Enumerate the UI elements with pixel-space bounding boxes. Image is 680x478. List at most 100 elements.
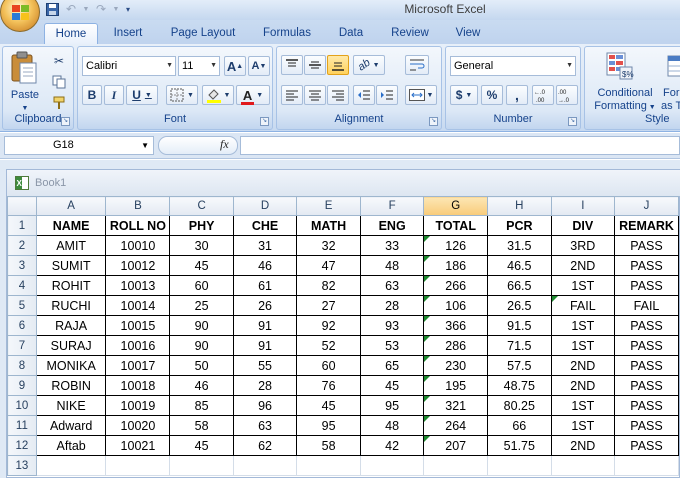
cell[interactable]: 2ND: [550, 435, 616, 456]
cell[interactable]: RAJA: [35, 315, 107, 336]
orientation-icon[interactable]: ab ▼: [353, 55, 385, 75]
cell[interactable]: 1ST: [550, 415, 616, 436]
cell[interactable]: Aftab: [35, 435, 107, 456]
cell[interactable]: 52: [296, 335, 361, 356]
column-title-cell[interactable]: ENG: [359, 215, 425, 236]
font-size-select[interactable]: 11 ▼: [178, 56, 220, 76]
wrap-text-icon[interactable]: [405, 55, 429, 75]
tab-data[interactable]: Data: [328, 23, 374, 44]
cell[interactable]: 95: [296, 415, 361, 436]
font-launcher-icon[interactable]: ↘: [260, 117, 269, 126]
column-title-cell[interactable]: TOTAL: [423, 215, 489, 236]
align-left-icon[interactable]: [281, 85, 303, 105]
align-center-icon[interactable]: [304, 85, 326, 105]
cell[interactable]: 92: [296, 315, 361, 336]
cell[interactable]: FAIL: [550, 295, 616, 316]
cell[interactable]: 264: [423, 415, 489, 436]
column-title-cell[interactable]: PCR: [487, 215, 552, 236]
row-header[interactable]: 6: [7, 315, 37, 336]
cell[interactable]: 2ND: [550, 375, 616, 396]
tab-review[interactable]: Review: [380, 23, 440, 44]
cell[interactable]: 266: [423, 275, 489, 296]
cell[interactable]: 80.25: [487, 395, 552, 416]
cell[interactable]: 51.75: [487, 435, 552, 456]
row-header[interactable]: 13: [7, 455, 37, 476]
select-all-corner[interactable]: [7, 196, 37, 216]
cell[interactable]: 1ST: [550, 395, 616, 416]
cell[interactable]: 10019: [105, 395, 171, 416]
cell[interactable]: [105, 455, 171, 476]
column-header-b[interactable]: B: [105, 196, 171, 216]
format-as-table-icon[interactable]: [667, 55, 680, 79]
row-header[interactable]: 10: [7, 395, 37, 416]
conditional-formatting-label-1[interactable]: Conditional: [587, 87, 663, 100]
cell[interactable]: 91.5: [487, 315, 552, 336]
row-header[interactable]: 5: [7, 295, 37, 316]
cell[interactable]: [614, 455, 679, 476]
format-as-table-label-2[interactable]: as Ta: [661, 100, 680, 113]
cell[interactable]: 27: [296, 295, 361, 316]
cell[interactable]: 61: [232, 275, 298, 296]
font-color-icon[interactable]: A ▼: [236, 85, 270, 105]
cell[interactable]: 3RD: [550, 235, 616, 256]
tab-page-layout[interactable]: Page Layout: [160, 23, 246, 44]
cell[interactable]: 10015: [105, 315, 171, 336]
column-header-c[interactable]: C: [169, 196, 234, 216]
format-painter-icon[interactable]: [49, 93, 69, 113]
cell[interactable]: SURAJ: [35, 335, 107, 356]
cell[interactable]: [487, 455, 552, 476]
cell[interactable]: 31: [232, 235, 298, 256]
cell[interactable]: 10013: [105, 275, 171, 296]
name-box[interactable]: G18 ▼: [4, 136, 154, 155]
column-header-f[interactable]: F: [359, 196, 425, 216]
cell[interactable]: PASS: [614, 335, 679, 356]
cell[interactable]: 1ST: [550, 335, 616, 356]
cell[interactable]: PASS: [614, 415, 679, 436]
cell[interactable]: 10021: [105, 435, 171, 456]
cell[interactable]: 33: [359, 235, 425, 256]
cell[interactable]: 58: [169, 415, 234, 436]
cell[interactable]: 10012: [105, 255, 171, 276]
cell[interactable]: 1ST: [550, 275, 616, 296]
cell[interactable]: PASS: [614, 275, 679, 296]
cell[interactable]: 93: [359, 315, 425, 336]
paste-button[interactable]: Paste: [5, 89, 45, 102]
cell[interactable]: 207: [423, 435, 489, 456]
column-header-e[interactable]: E: [296, 196, 361, 216]
cell[interactable]: 126: [423, 235, 489, 256]
cell[interactable]: 50: [169, 355, 234, 376]
cell[interactable]: 32: [296, 235, 361, 256]
align-bottom-icon[interactable]: [327, 55, 349, 75]
formula-input[interactable]: [240, 136, 680, 155]
cell[interactable]: 91: [232, 315, 298, 336]
decrease-decimal-icon[interactable]: .00 →.0: [556, 85, 578, 105]
cell[interactable]: 66: [487, 415, 552, 436]
fill-color-icon[interactable]: ▼: [202, 85, 234, 105]
cell[interactable]: 76: [296, 375, 361, 396]
row-header[interactable]: 4: [7, 275, 37, 296]
cell[interactable]: 60: [296, 355, 361, 376]
cell[interactable]: PASS: [614, 315, 679, 336]
cell[interactable]: 63: [359, 275, 425, 296]
cell[interactable]: 45: [169, 435, 234, 456]
row-header[interactable]: 12: [7, 435, 37, 456]
cell[interactable]: 58: [296, 435, 361, 456]
borders-icon[interactable]: ▼: [166, 85, 198, 105]
cell[interactable]: RUCHI: [35, 295, 107, 316]
font-name-select[interactable]: Calibri ▼: [82, 56, 176, 76]
italic-icon[interactable]: I: [104, 85, 124, 105]
cell[interactable]: 25: [169, 295, 234, 316]
alignment-launcher-icon[interactable]: ↘: [429, 117, 438, 126]
cell[interactable]: 195: [423, 375, 489, 396]
column-header-a[interactable]: A: [35, 196, 107, 216]
align-middle-icon[interactable]: [304, 55, 326, 75]
cell[interactable]: PASS: [614, 255, 679, 276]
column-title-cell[interactable]: CHE: [232, 215, 298, 236]
cell[interactable]: 10017: [105, 355, 171, 376]
column-title-cell[interactable]: NAME: [35, 215, 107, 236]
cell[interactable]: 46: [232, 255, 298, 276]
increase-indent-icon[interactable]: [376, 85, 398, 105]
cell[interactable]: 91: [232, 335, 298, 356]
cell[interactable]: AMIT: [35, 235, 107, 256]
underline-icon[interactable]: U ▼: [126, 85, 158, 105]
